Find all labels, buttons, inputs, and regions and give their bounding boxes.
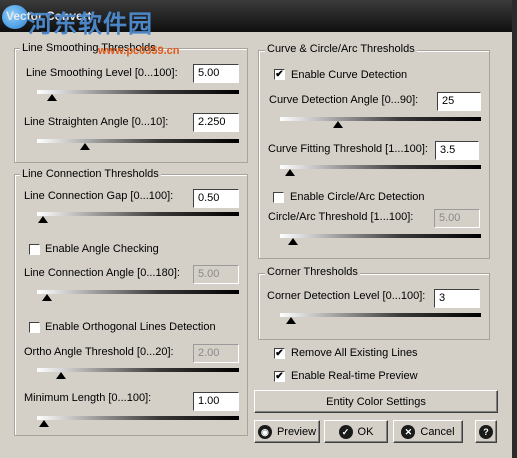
curve-detection-angle-input[interactable]: 25 bbox=[437, 92, 481, 111]
entity-color-settings-button[interactable]: Entity Color Settings bbox=[254, 390, 498, 413]
line-connection-angle-input: 5.00 bbox=[193, 265, 239, 284]
preview-button[interactable]: ◉ Preview bbox=[254, 420, 320, 443]
line-straighten-angle-slider[interactable] bbox=[37, 137, 239, 153]
line-connection-angle-label: Line Connection Angle [0...180]: bbox=[24, 267, 180, 279]
line-smoothing-level-input[interactable]: 5.00 bbox=[193, 64, 239, 83]
cancel-label: Cancel bbox=[420, 425, 455, 438]
slider-thumb[interactable] bbox=[38, 216, 48, 223]
watermark-text: 河东软件园 bbox=[28, 11, 153, 38]
slider-thumb[interactable] bbox=[285, 169, 295, 176]
slider-thumb[interactable] bbox=[47, 94, 57, 101]
line-connection-gap-label: Line Connection Gap [0...100]: bbox=[24, 190, 174, 202]
slider-thumb[interactable] bbox=[333, 121, 343, 128]
remove-lines-checkbox[interactable]: ✔ bbox=[274, 348, 285, 359]
line-straighten-angle-input[interactable]: 2.250 bbox=[193, 113, 239, 132]
corner-legend: Corner Thresholds bbox=[265, 266, 360, 278]
preview-label: Preview bbox=[276, 425, 317, 438]
curve-detection-checkbox[interactable]: ✔ bbox=[274, 69, 285, 80]
corner-detection-level-input[interactable]: 3 bbox=[434, 289, 480, 308]
corner-detection-level-label: Corner Detection Level [0...100]: bbox=[267, 290, 426, 302]
ortho-detection-checkbox[interactable] bbox=[29, 322, 40, 333]
angle-checking-checkbox[interactable] bbox=[29, 244, 40, 255]
line-connection-gap-slider[interactable] bbox=[37, 210, 239, 226]
curve-detection-angle-label: Curve Detection Angle [0...90]: bbox=[269, 94, 419, 106]
curve-fitting-threshold-slider[interactable] bbox=[280, 163, 481, 179]
remove-lines-label[interactable]: Remove All Existing Lines bbox=[291, 347, 418, 359]
curve-detection-angle-slider[interactable] bbox=[280, 115, 481, 131]
entity-color-settings-label: Entity Color Settings bbox=[326, 395, 426, 408]
line-smoothing-level-slider[interactable] bbox=[37, 88, 239, 104]
circle-arc-threshold-label: Circle/Arc Threshold [1...100]: bbox=[268, 211, 414, 223]
minimum-length-input[interactable]: 1.00 bbox=[193, 392, 239, 411]
slider-thumb[interactable] bbox=[80, 143, 90, 150]
slider-thumb[interactable] bbox=[39, 420, 49, 427]
curve-fitting-threshold-input[interactable]: 3.5 bbox=[435, 141, 479, 160]
ortho-angle-threshold-slider[interactable] bbox=[37, 366, 239, 382]
realtime-preview-label[interactable]: Enable Real-time Preview bbox=[291, 370, 418, 382]
slider-thumb[interactable] bbox=[42, 294, 52, 301]
help-button[interactable]: ? bbox=[475, 420, 497, 443]
circle-arc-detection-checkbox[interactable] bbox=[273, 192, 284, 203]
slider-thumb[interactable] bbox=[56, 372, 66, 379]
ortho-angle-threshold-label: Ortho Angle Threshold [0...20]: bbox=[24, 346, 174, 358]
ok-label: OK bbox=[357, 425, 374, 438]
help-icon: ? bbox=[479, 424, 493, 439]
angle-checking-label[interactable]: Enable Angle Checking bbox=[45, 243, 159, 255]
ortho-angle-threshold-input: 2.00 bbox=[193, 344, 239, 363]
close-icon: ✕ bbox=[401, 424, 416, 439]
line-straighten-angle-label: Line Straighten Angle [0...10]: bbox=[24, 116, 169, 128]
line-smoothing-level-label: Line Smoothing Level [0...100]: bbox=[26, 67, 178, 79]
curve-fitting-threshold-label: Curve Fitting Threshold [1...100]: bbox=[268, 143, 428, 155]
line-connection-legend: Line Connection Thresholds bbox=[20, 168, 161, 180]
preview-icon: ◉ bbox=[257, 424, 272, 439]
minimum-length-slider[interactable] bbox=[37, 414, 239, 430]
circle-arc-detection-label[interactable]: Enable Circle/Arc Detection bbox=[290, 191, 425, 203]
circle-arc-threshold-slider[interactable] bbox=[280, 232, 481, 248]
corner-detection-level-slider[interactable] bbox=[280, 311, 481, 327]
slider-thumb[interactable] bbox=[288, 238, 298, 245]
ortho-detection-label[interactable]: Enable Orthogonal Lines Detection bbox=[45, 321, 216, 333]
window-edge bbox=[512, 0, 517, 458]
minimum-length-label: Minimum Length [0...100]: bbox=[24, 392, 152, 404]
curve-detection-label[interactable]: Enable Curve Detection bbox=[291, 69, 407, 81]
checkmark-icon: ✓ bbox=[338, 424, 353, 439]
realtime-preview-checkbox[interactable]: ✔ bbox=[274, 371, 285, 382]
line-connection-angle-slider[interactable] bbox=[37, 288, 239, 304]
slider-thumb[interactable] bbox=[286, 317, 296, 324]
curve-legend: Curve & Circle/Arc Thresholds bbox=[265, 43, 417, 55]
line-connection-gap-input[interactable]: 0.50 bbox=[193, 189, 239, 208]
cancel-button[interactable]: ✕ Cancel bbox=[393, 420, 463, 443]
watermark-url: www.pc0359.cn bbox=[98, 45, 180, 57]
circle-arc-threshold-input: 5.00 bbox=[434, 209, 480, 228]
ok-button[interactable]: ✓ OK bbox=[324, 420, 388, 443]
